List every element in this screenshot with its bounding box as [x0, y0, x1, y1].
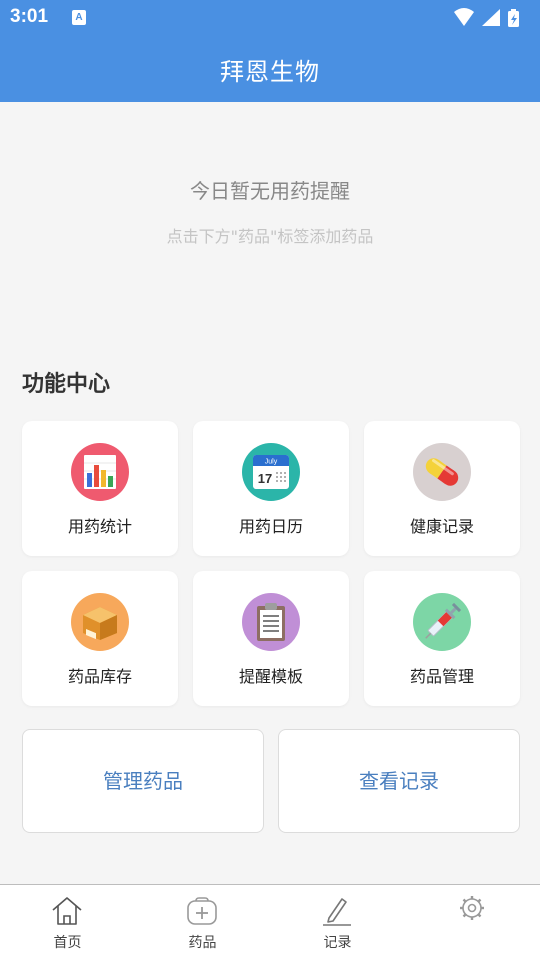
card-medication-stats[interactable]: 用药统计 [22, 421, 178, 556]
clipboard-icon [242, 593, 300, 651]
card-drug-inventory[interactable]: 药品库存 [22, 571, 178, 706]
card-label: 药品库存 [67, 667, 132, 686]
empty-reminder-title: 今日暂无用药提醒 [190, 179, 350, 203]
card-reminder-templates[interactable]: 提醒模板 [193, 571, 349, 706]
nav-item-records[interactable]: 记录 [270, 885, 405, 960]
home-icon [52, 897, 82, 925]
pencil-icon [323, 898, 351, 926]
battery-icon [508, 9, 519, 27]
status-time: 3:01 [10, 6, 49, 27]
wifi-icon [454, 8, 474, 26]
box-icon [71, 593, 129, 651]
nav-label: 首页 [53, 935, 82, 951]
bar-chart-icon [71, 443, 129, 501]
medicine-box-icon [187, 897, 217, 925]
card-label: 用药统计 [67, 517, 132, 536]
empty-reminder-subtitle: 点击下方"药品"标签添加药品 [166, 227, 374, 246]
calendar-icon: July 17 [242, 443, 300, 501]
calendar-month-text: July [265, 459, 278, 466]
nav-label: 药品 [188, 935, 217, 951]
cellular-signal-icon [482, 9, 500, 26]
function-center-title: 功能中心 [22, 372, 111, 397]
view-records-button[interactable]: 查看记录 [278, 729, 520, 833]
notification-a-icon: A [72, 10, 86, 25]
card-label: 药品管理 [409, 667, 474, 686]
nav-item-settings[interactable] [405, 885, 540, 960]
card-drug-management[interactable]: 药品管理 [364, 571, 520, 706]
system-status-icons [454, 8, 519, 27]
settings-gear-icon [460, 896, 484, 920]
nav-item-drugs[interactable]: 药品 [135, 885, 270, 960]
app-header: 拜恩生物 [0, 36, 540, 102]
nav-label: 记录 [323, 935, 352, 951]
syringe-icon [413, 593, 471, 651]
status-bar: 3:01 A [0, 0, 540, 36]
bottom-navigation: 首页 药品 记录 [0, 884, 540, 960]
manage-drugs-button[interactable]: 管理药品 [22, 729, 264, 833]
card-label: 提醒模板 [238, 667, 303, 686]
card-label: 健康记录 [409, 517, 474, 536]
card-medication-calendar[interactable]: July 17 用药日历 [193, 421, 349, 556]
card-health-records[interactable]: 健康记录 [364, 421, 520, 556]
card-label: 用药日历 [238, 517, 303, 536]
app-title: 拜恩生物 [220, 58, 320, 86]
nav-item-home[interactable]: 首页 [0, 885, 135, 960]
pill-icon [413, 443, 471, 501]
calendar-day-text: 17 [258, 471, 272, 486]
